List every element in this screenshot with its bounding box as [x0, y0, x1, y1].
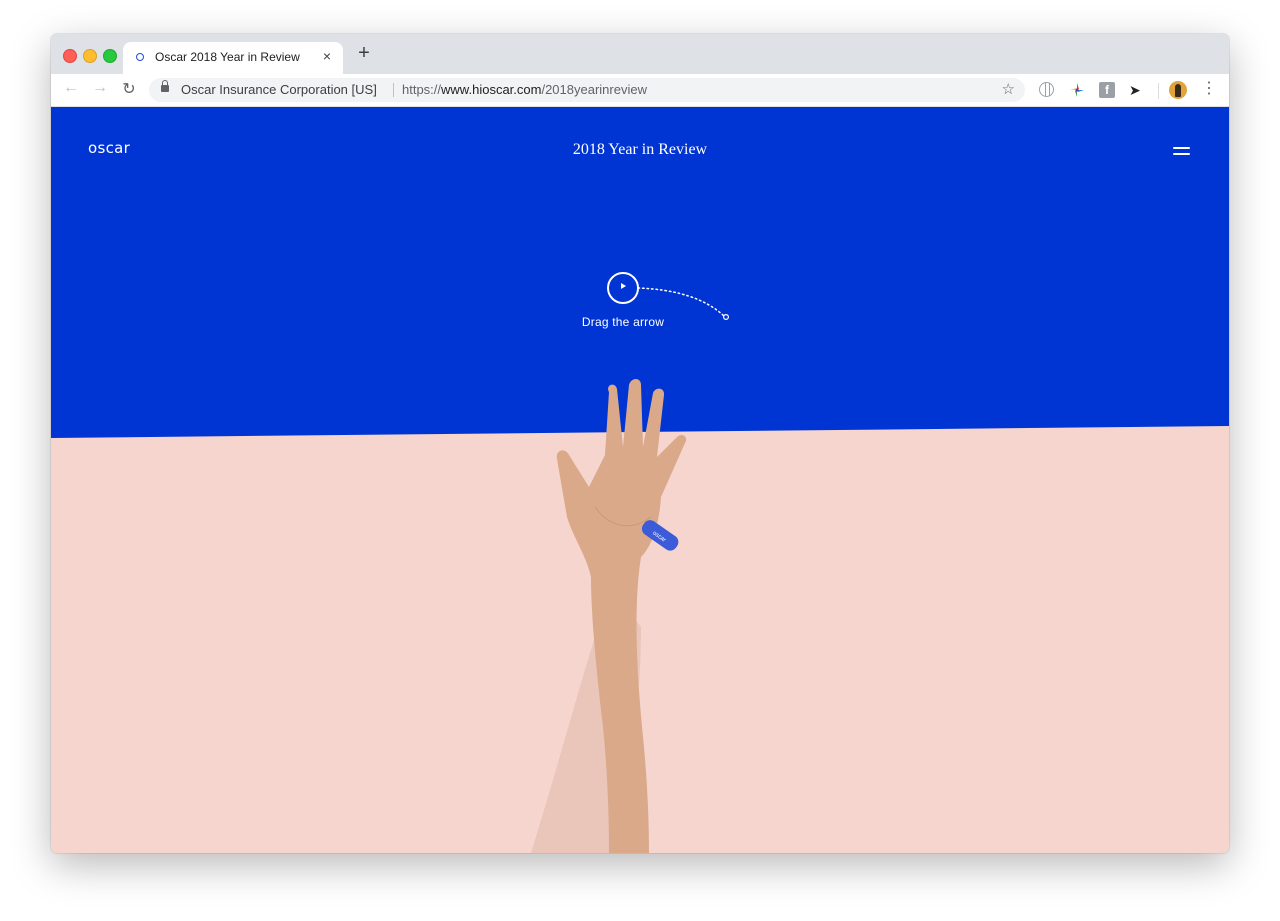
- profile-avatar[interactable]: [1169, 81, 1187, 99]
- bookmark-star-icon[interactable]: ☆: [1002, 80, 1015, 98]
- maximize-window-button[interactable]: [103, 49, 117, 63]
- lock-icon[interactable]: [161, 80, 169, 92]
- globe-icon[interactable]: [1039, 82, 1054, 97]
- new-tab-button[interactable]: +: [353, 42, 375, 65]
- url-text[interactable]: https://www.hioscar.com/2018yearinreview: [402, 82, 647, 97]
- menu-hamburger-icon[interactable]: [1173, 147, 1190, 156]
- pinwheel-icon[interactable]: [1069, 82, 1085, 98]
- pinwheel-svg: [1070, 83, 1084, 97]
- bird-icon[interactable]: ➤: [1129, 82, 1145, 98]
- browser-menu-icon[interactable]: ⋮: [1201, 80, 1217, 98]
- url-host: www.hioscar.com: [441, 82, 542, 97]
- drag-instruction: Drag the arrow: [581, 315, 665, 329]
- tab-close-icon[interactable]: ×: [319, 48, 335, 64]
- site-identity: Oscar Insurance Corporation [US]: [181, 82, 377, 97]
- close-window-button[interactable]: [63, 49, 77, 63]
- url-path: /2018yearinreview: [541, 82, 647, 97]
- url-scheme: https://: [402, 82, 442, 97]
- play-arrow-icon: [621, 283, 626, 289]
- minimize-window-button[interactable]: [83, 49, 97, 63]
- page-title: 2018 Year in Review: [572, 141, 708, 158]
- address-bar[interactable]: Oscar Insurance Corporation [US] https:/…: [149, 78, 1025, 102]
- browser-tab[interactable]: Oscar 2018 Year in Review ×: [123, 42, 343, 74]
- forward-button[interactable]: →: [90, 79, 110, 97]
- address-divider: [393, 83, 394, 97]
- tab-strip: Oscar 2018 Year in Review × +: [51, 34, 1229, 74]
- reload-button[interactable]: ↻: [119, 79, 139, 99]
- back-button[interactable]: ←: [61, 79, 81, 97]
- oscar-favicon-icon: [136, 53, 144, 61]
- tab-title: Oscar 2018 Year in Review: [155, 50, 300, 64]
- toolbar-divider: [1158, 83, 1159, 99]
- facebook-icon[interactable]: f: [1099, 82, 1115, 98]
- browser-window: Oscar 2018 Year in Review × + ← → ↻ Osca…: [51, 34, 1229, 853]
- arm-illustration: oscar: [531, 379, 687, 853]
- page-content: oscar 2018 Year in Review Drag the arrow…: [51, 107, 1229, 853]
- drag-arrow-button[interactable]: [607, 272, 639, 304]
- browser-toolbar: ← → ↻ Oscar Insurance Corporation [US] h…: [51, 74, 1229, 107]
